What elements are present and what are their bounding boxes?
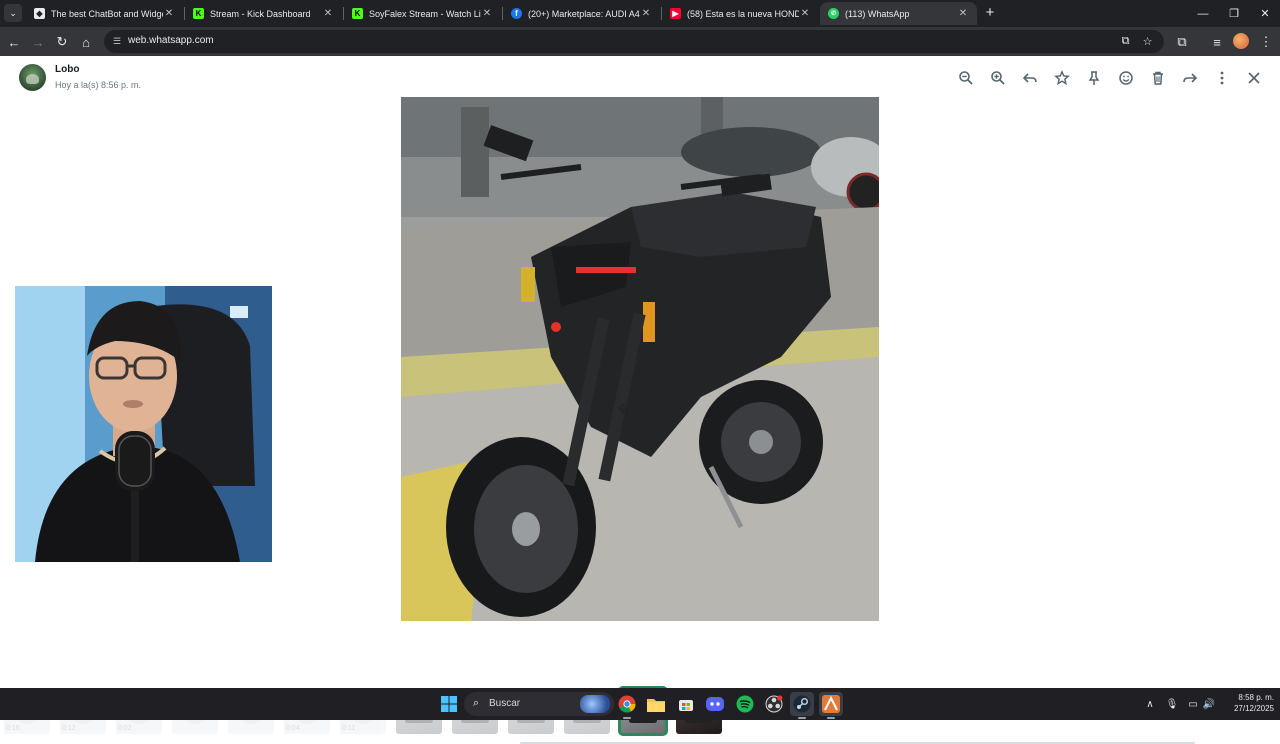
whatsapp-favicon-icon: ✆ (828, 8, 839, 19)
youtube-favicon-icon: ▶ (670, 8, 681, 19)
tab-title: Stream - Kick Dashboard (210, 8, 311, 19)
file-explorer-icon[interactable] (644, 692, 668, 716)
tab-title: (113) WhatsApp (845, 8, 910, 19)
facebook-favicon-icon: f (511, 8, 522, 19)
video-duration: 0:16 (6, 725, 20, 732)
home-button[interactable]: ⌂ (76, 32, 96, 52)
discord-icon[interactable] (703, 692, 727, 716)
video-duration: 0:11 (342, 725, 356, 732)
tab-search-chevron-icon[interactable]: ⌄ (4, 4, 22, 22)
extensions-icon[interactable]: ⧉ (1172, 32, 1192, 52)
clock-time: 8:58 p. m. (1238, 693, 1274, 702)
taskbar-clock[interactable]: 8:58 p. m. 27/12/2025 (1222, 692, 1274, 714)
network-icon[interactable]: ▭ (1185, 696, 1201, 712)
kick-favicon-icon: K (193, 8, 204, 19)
more-icon[interactable] (1211, 67, 1233, 89)
volume-icon[interactable]: 🔊 (1201, 696, 1217, 712)
profile-avatar[interactable] (1233, 33, 1249, 49)
zoom-out-icon[interactable] (955, 67, 977, 89)
tab-close-icon[interactable]: ✕ (322, 8, 334, 20)
install-app-icon[interactable]: ⧉ (1117, 33, 1134, 50)
forward-icon[interactable] (1179, 67, 1201, 89)
tab-close-icon[interactable]: ✕ (163, 8, 175, 20)
pin-icon[interactable] (1083, 67, 1105, 89)
browser-tab-strip: ⌄ ◆ The best ChatBot and Widgets ✕ K Str… (0, 0, 1280, 27)
tab-close-icon[interactable]: ✕ (481, 8, 493, 20)
url-text[interactable]: web.whatsapp.com (128, 35, 214, 46)
spotify-icon[interactable] (733, 692, 757, 716)
delete-icon[interactable] (1147, 67, 1169, 89)
taskbar-search-label: Buscar (489, 698, 521, 709)
site-info-icon[interactable]: ☰ (111, 35, 123, 47)
obs-icon[interactable] (762, 692, 786, 716)
chrome-icon[interactable] (615, 692, 639, 719)
tray-chevron-icon[interactable]: ∧ (1142, 696, 1158, 712)
zoom-in-icon[interactable] (987, 67, 1009, 89)
browser-toolbar: ← → ↻ ⌂ ☰ web.whatsapp.com ⧉ ☆ ⧉ ≡ ⋮ (0, 27, 1280, 56)
streamer-webcam (15, 286, 272, 562)
reload-button[interactable]: ↻ (52, 32, 72, 52)
microphone-icon[interactable]: 🎙 (1164, 696, 1180, 712)
clock-date: 27/12/2025 (1233, 704, 1274, 713)
video-duration: 0:04 (286, 725, 300, 732)
windows-start-icon[interactable] (437, 692, 461, 716)
tab-marketplace[interactable]: f (20+) Marketplace: AUDI A4 M ✕ (503, 2, 660, 25)
tab-youtube-honda[interactable]: ▶ (58) Esta es la nueva HONDA C ✕ (662, 2, 819, 25)
motorcycle-photo[interactable] (401, 97, 879, 621)
emoji-icon[interactable] (1115, 67, 1137, 89)
forward-button[interactable]: → (28, 32, 48, 52)
tab-soyfalex-stream[interactable]: K SoyFalex Stream - Watch Live o ✕ (344, 2, 501, 25)
tab-title: The best ChatBot and Widgets (51, 8, 163, 19)
app-icon[interactable] (819, 692, 843, 719)
streamer-webcam-art (15, 286, 272, 562)
move-cursor-icon: ✥ (617, 401, 629, 416)
media-viewer: Lobo Hoy a la(s) 8:56 p. m. ✥ 0:16 0:12 … (0, 57, 1280, 744)
motorcycle-photo-art (401, 97, 879, 621)
sender-name: Lobo (55, 64, 80, 75)
tab-chatbot[interactable]: ◆ The best ChatBot and Widgets ✕ (26, 2, 183, 25)
message-timestamp: Hoy a la(s) 8:56 p. m. (55, 80, 142, 90)
chatbot-favicon-icon: ◆ (34, 8, 45, 19)
windows-taskbar: ⌕ Buscar ∧ 🎙 ▭ 🔊 8:58 p. m. 27/12/2025 (0, 688, 1280, 720)
video-duration: 0:12 (62, 725, 76, 732)
tab-kick-dashboard[interactable]: K Stream - Kick Dashboard ✕ (185, 2, 342, 25)
minimize-button[interactable]: — (1188, 0, 1218, 27)
restore-button[interactable]: ❐ (1219, 0, 1249, 27)
tab-close-icon[interactable]: ✕ (640, 8, 652, 20)
reply-icon[interactable] (1019, 67, 1041, 89)
taskbar-search[interactable]: ⌕ Buscar (464, 692, 614, 716)
browser-menu-icon[interactable]: ⋮ (1256, 32, 1276, 52)
store-icon[interactable] (674, 692, 698, 716)
back-button[interactable]: ← (4, 32, 24, 52)
tab-title: (58) Esta es la nueva HONDA C (687, 8, 799, 19)
tab-close-icon[interactable]: ✕ (957, 8, 969, 20)
star-icon[interactable] (1051, 67, 1073, 89)
avatar[interactable] (19, 64, 46, 91)
tab-title: (20+) Marketplace: AUDI A4 M (528, 8, 640, 19)
reading-list-icon[interactable]: ≡ (1207, 32, 1227, 52)
close-icon[interactable] (1243, 67, 1265, 89)
steam-icon[interactable] (790, 692, 814, 719)
bookmark-star-icon[interactable]: ☆ (1139, 33, 1156, 50)
window-close-button[interactable]: ✕ (1250, 0, 1280, 27)
search-icon: ⌕ (473, 697, 480, 709)
tab-title: SoyFalex Stream - Watch Live o (369, 8, 481, 19)
new-tab-button[interactable]: + (981, 4, 999, 22)
search-highlight-art (580, 695, 610, 713)
video-duration: 0:02 (118, 725, 132, 732)
address-bar[interactable]: ☰ web.whatsapp.com ⧉ ☆ (104, 30, 1164, 53)
tab-close-icon[interactable]: ✕ (799, 8, 811, 20)
kick-favicon-icon: K (352, 8, 363, 19)
tab-whatsapp[interactable]: ✆ (113) WhatsApp ✕ (820, 2, 977, 25)
